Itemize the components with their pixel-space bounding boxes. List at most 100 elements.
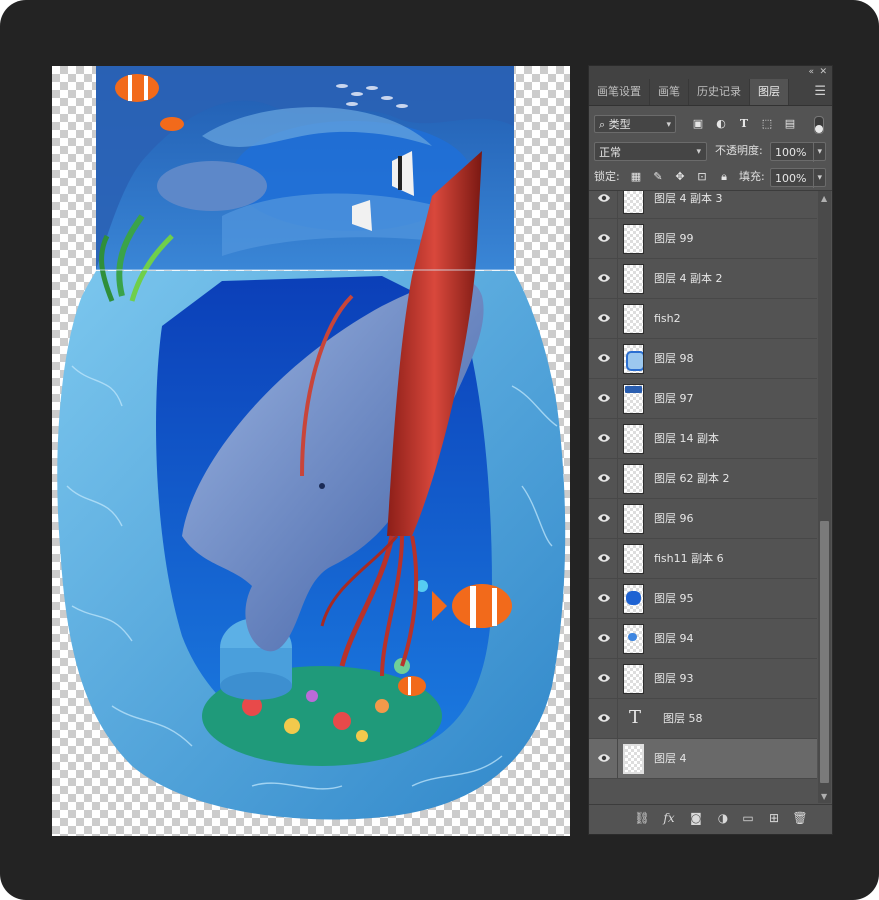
type-filter-icon[interactable]: T (736, 116, 752, 132)
layer-row[interactable]: 图层 99 (589, 219, 817, 259)
filter-kind-label: 类型 (608, 118, 631, 131)
smart-object-filter-icon[interactable]: ▤ (782, 116, 798, 132)
layer-scrollbar[interactable]: ▲ ▼ (818, 191, 831, 803)
layer-thumbnail (623, 304, 644, 334)
eye-icon[interactable] (597, 593, 611, 603)
layer-name: fish2 (654, 312, 681, 325)
scroll-up-icon[interactable]: ▲ (821, 194, 827, 203)
eye-icon[interactable] (597, 713, 611, 723)
lock-row: 锁定: ▦ ✎ ✥ ⊡ 🔒︎ 填充: 100% ▾ (589, 166, 832, 191)
link-layers-icon[interactable]: ⛓ (633, 809, 651, 827)
layer-row[interactable]: 图层 14 副本 (589, 419, 817, 459)
layer-row[interactable]: 图层 62 副本 2 (589, 459, 817, 499)
document-canvas[interactable] (52, 66, 570, 836)
lock-all-icon[interactable]: 🔒︎ (717, 170, 731, 184)
scrollbar-thumb[interactable] (820, 521, 829, 783)
trash-icon[interactable]: 🗑︎ (791, 809, 809, 827)
eye-icon[interactable] (597, 673, 611, 683)
layer-name: 图层 94 (654, 632, 694, 645)
filter-toggle[interactable] (814, 116, 824, 134)
divider (617, 459, 618, 499)
layer-row[interactable]: 图层 93 (589, 659, 817, 699)
artwork (57, 66, 566, 820)
layer-thumbnail (623, 744, 644, 774)
lock-label: 锁定: (594, 170, 620, 183)
divider (617, 339, 618, 379)
layer-actions: ⛓ fx ◙ ◑ ▭ ⊞ 🗑︎ (589, 804, 832, 831)
divider (617, 619, 618, 659)
eye-icon[interactable] (597, 273, 611, 283)
layer-row[interactable]: 图层 94 (589, 619, 817, 659)
opacity-field[interactable]: 100% ▾ (770, 142, 826, 162)
layer-thumbnail (623, 384, 644, 414)
lock-transparent-icon[interactable]: ▦ (629, 170, 643, 184)
close-icon[interactable]: ✕ (819, 66, 827, 79)
eye-icon[interactable] (597, 633, 611, 643)
layer-row[interactable]: 图层 96 (589, 499, 817, 539)
opacity-label: 不透明度: (715, 144, 763, 157)
layer-thumbnail (623, 224, 644, 254)
tab-layers[interactable]: 图层 (750, 79, 789, 105)
chevron-down-icon: ▾ (813, 169, 822, 188)
fill-value: 100% (775, 172, 807, 185)
layer-row[interactable]: T 图层 58 (589, 699, 817, 739)
filter-kind-select[interactable]: ⌕ 类型 ▾ (594, 115, 676, 133)
blend-mode-select[interactable]: 正常 ▾ (594, 142, 707, 161)
new-group-icon[interactable]: ▭ (739, 809, 757, 827)
layer-row[interactable]: 图层 98 (589, 339, 817, 379)
layer-name: 图层 97 (654, 392, 694, 405)
eye-icon[interactable] (597, 753, 611, 763)
layer-thumbnail (623, 264, 644, 294)
layer-row[interactable]: 图层 4 (589, 739, 817, 779)
adjustment-layer-icon[interactable]: ◑ (714, 809, 732, 827)
eye-icon[interactable] (597, 353, 611, 363)
layer-thumbnail (623, 464, 644, 494)
layer-name: fish11 副本 6 (654, 552, 724, 565)
lock-artboard-icon[interactable]: ⊡ (695, 170, 709, 184)
layer-list: 图层 4 副本 3 图层 99 图层 4 副本 2 fish2 图层 98 图层 97 图层… (589, 191, 817, 803)
lock-pixels-icon[interactable]: ✎ (651, 170, 665, 184)
layers-panel: « ✕ 画笔设置 画笔 历史记录 图层 ☰ ⌕ 类型 ▾ ▣ ◐ T ⬚ ▤ 正… (588, 65, 833, 835)
layer-row[interactable]: 图层 95 (589, 579, 817, 619)
shape-filter-icon[interactable]: ⬚ (759, 116, 775, 132)
eye-icon[interactable] (597, 193, 611, 203)
double-chevron-icon[interactable]: « (808, 66, 814, 79)
clownfish-small (398, 676, 426, 696)
layer-name: 图层 14 副本 (654, 432, 719, 445)
layer-name: 图层 4 (654, 752, 687, 765)
eye-icon[interactable] (597, 433, 611, 443)
scroll-down-icon[interactable]: ▼ (821, 792, 827, 801)
layer-thumbnail (623, 424, 644, 454)
tab-brush-settings[interactable]: 画笔设置 (589, 79, 650, 105)
blend-row: 正常 ▾ 不透明度: 100% ▾ (589, 140, 832, 164)
eye-icon[interactable] (597, 513, 611, 523)
new-layer-icon[interactable]: ⊞ (765, 809, 783, 827)
divider (617, 699, 618, 739)
layer-name: 图层 62 副本 2 (654, 472, 730, 485)
layer-row[interactable]: 图层 4 副本 3 (589, 191, 817, 219)
layer-name: 图层 96 (654, 512, 694, 525)
eye-icon[interactable] (597, 553, 611, 563)
tab-history[interactable]: 历史记录 (689, 79, 750, 105)
lock-position-icon[interactable]: ✥ (673, 170, 687, 184)
add-mask-icon[interactable]: ◙ (687, 809, 705, 827)
layer-thumbnail (623, 191, 644, 214)
layer-row[interactable]: fish11 副本 6 (589, 539, 817, 579)
layer-name: 图层 99 (654, 232, 694, 245)
eye-icon[interactable] (597, 473, 611, 483)
hamburger-icon[interactable]: ☰ (814, 79, 826, 105)
adjustment-filter-icon[interactable]: ◐ (713, 116, 729, 132)
tab-brushes[interactable]: 画笔 (650, 79, 689, 105)
eye-icon[interactable] (597, 393, 611, 403)
image-filter-icon[interactable]: ▣ (690, 116, 706, 132)
layer-row[interactable]: 图层 97 (589, 379, 817, 419)
layer-name: 图层 98 (654, 352, 694, 365)
eye-icon[interactable] (597, 313, 611, 323)
fill-field[interactable]: 100% ▾ (770, 168, 826, 188)
layer-row[interactable]: 图层 4 副本 2 (589, 259, 817, 299)
fx-icon[interactable]: fx (660, 809, 678, 827)
blend-mode-value: 正常 (599, 146, 621, 159)
eye-icon[interactable] (597, 233, 611, 243)
layer-row[interactable]: fish2 (589, 299, 817, 339)
layer-name: 图层 4 副本 2 (654, 272, 723, 285)
